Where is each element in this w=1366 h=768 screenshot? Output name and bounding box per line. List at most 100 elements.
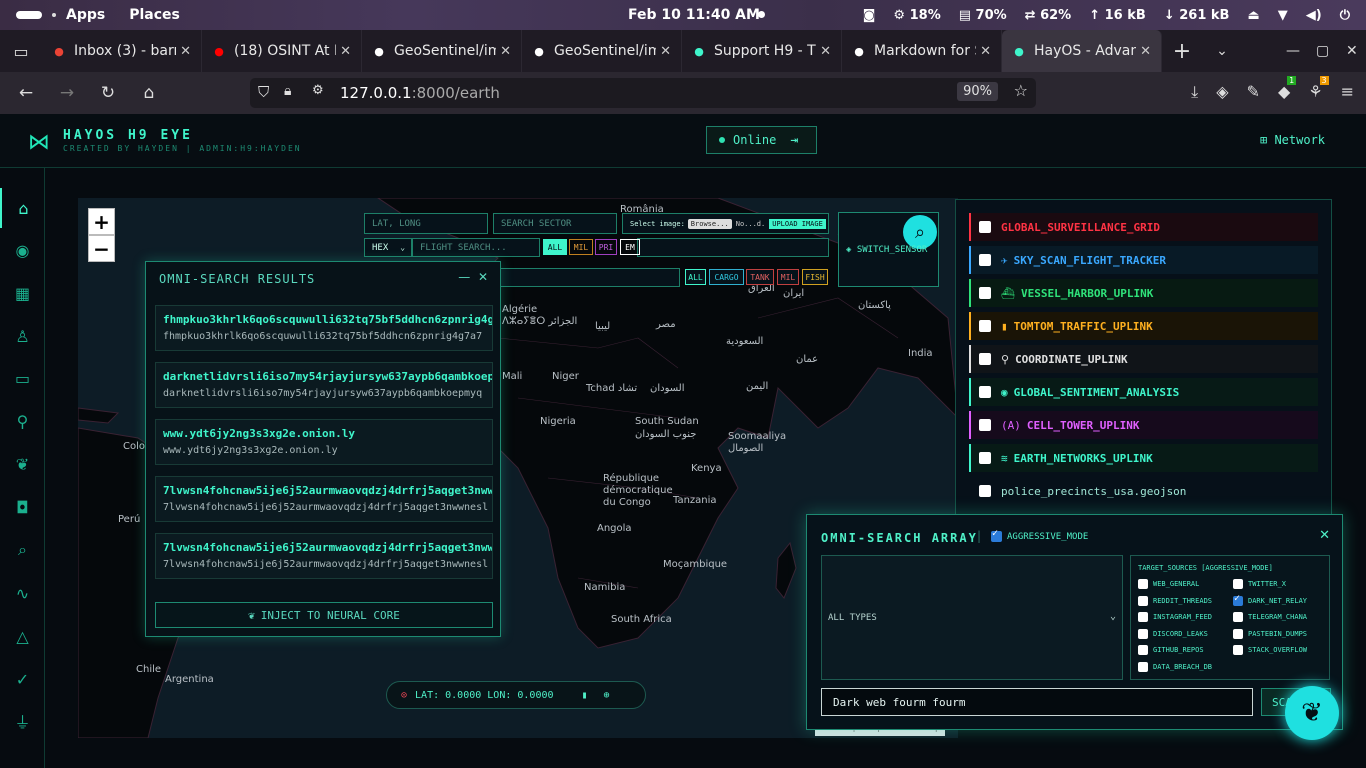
flight-filter-em[interactable]: EM bbox=[620, 239, 640, 255]
source-checkbox[interactable] bbox=[1138, 612, 1148, 622]
wifi-icon[interactable]: ▼ bbox=[1278, 8, 1288, 23]
copy-icon[interactable]: ▮ bbox=[582, 690, 588, 701]
menu-icon[interactable]: ≡ bbox=[1341, 82, 1354, 102]
layer-checkbox[interactable] bbox=[979, 386, 991, 398]
tab-close-icon[interactable]: ✕ bbox=[340, 44, 351, 59]
eject-icon[interactable]: ⏏ bbox=[1247, 8, 1259, 23]
layer-sky-scan-flight-tracker[interactable]: ✈ SKY_SCAN_FLIGHT_TRACKER bbox=[969, 246, 1318, 274]
tab-close-icon[interactable]: ✕ bbox=[660, 44, 671, 59]
grid-nav-icon[interactable]: ▦ bbox=[0, 273, 45, 313]
source-checkbox[interactable] bbox=[1233, 628, 1243, 639]
result-item[interactable]: 7lvwsn4fohcnaw5ije6j52aurmwaovqdzj4drfrj… bbox=[155, 533, 493, 579]
layer-checkbox[interactable] bbox=[979, 419, 991, 431]
source-checkbox[interactable] bbox=[1138, 595, 1148, 606]
tab-overview-icon[interactable]: ▭ bbox=[0, 30, 42, 72]
aggressive-mode-checkbox[interactable] bbox=[991, 528, 1002, 542]
brain-nav-icon[interactable]: ❦ bbox=[0, 444, 45, 484]
flight-filter-mil[interactable]: MIL bbox=[569, 239, 593, 255]
location-nav-icon[interactable]: ⚲ bbox=[0, 401, 45, 441]
home-nav-icon[interactable]: ⌂ bbox=[0, 188, 45, 228]
activities-indicator[interactable] bbox=[16, 11, 42, 19]
camera-nav-icon[interactable]: ◘ bbox=[0, 487, 45, 527]
extension-user-icon[interactable]: ⚘ 3 bbox=[1308, 76, 1329, 102]
clock[interactable]: Feb 10 11:40 AM bbox=[628, 7, 760, 23]
vessel-search-input[interactable] bbox=[500, 268, 680, 287]
sector-search-input[interactable]: SEARCH SECTOR bbox=[493, 213, 617, 234]
latlong-input[interactable]: LAT, LONG bbox=[364, 213, 488, 234]
lock-icon[interactable]: 🔒︎ bbox=[284, 83, 291, 99]
eye-nav-icon[interactable]: ◉ bbox=[0, 230, 45, 270]
layer-coordinate-uplink[interactable]: ⚲ COORDINATE_UPLINK bbox=[969, 345, 1318, 373]
tab-close-icon[interactable]: ✕ bbox=[500, 44, 511, 59]
online-status-button[interactable]: Online ⇥ bbox=[706, 126, 817, 154]
extension-cube-icon[interactable]: ◈ bbox=[1216, 82, 1228, 102]
new-tab-button[interactable]: + bbox=[1162, 39, 1202, 64]
tab-close-icon[interactable]: ✕ bbox=[820, 44, 831, 59]
close-window-button[interactable]: ✕ bbox=[1346, 43, 1358, 59]
tab-4[interactable]: ● Support H9 - Ti ✕ bbox=[682, 30, 842, 72]
source-dark-net-relay[interactable]: DARK_NET_RELAY bbox=[1233, 593, 1307, 606]
extension-badge-icon[interactable]: ◆ 1 bbox=[1278, 76, 1297, 102]
tab-close-icon[interactable]: ✕ bbox=[180, 44, 191, 59]
downloads-icon[interactable]: ⤓ bbox=[1191, 82, 1198, 102]
omni-query-input[interactable]: Dark web fourm fourm bbox=[821, 688, 1253, 716]
minimize-button[interactable]: — bbox=[1286, 43, 1300, 59]
permissions-icon[interactable]: ⚙ bbox=[312, 83, 324, 98]
hex-select[interactable]: HEX ⌄ bbox=[364, 238, 412, 257]
warning-nav-icon[interactable]: △ bbox=[0, 616, 45, 656]
layer-cell-tower-uplink[interactable]: (A) CELL_TOWER_UPLINK bbox=[969, 411, 1318, 439]
source-twitter-x[interactable]: TWITTER_X bbox=[1233, 579, 1286, 589]
reload-icon[interactable]: ↻ bbox=[90, 83, 126, 103]
inject-neural-core-button[interactable]: ❦ INJECT TO NEURAL CORE bbox=[155, 602, 493, 628]
layer-police-precincts-usa-geojson[interactable]: police_precincts_usa.geojson bbox=[969, 477, 1318, 505]
extensions-icon[interactable]: ✎ bbox=[1247, 82, 1260, 102]
source-checkbox[interactable] bbox=[1138, 579, 1148, 589]
layer-checkbox[interactable] bbox=[979, 452, 991, 464]
tab-6[interactable]: ● HayOS - Advanc ✕ bbox=[1002, 30, 1162, 72]
layer-vessel-harbor-uplink[interactable]: ⛴ VESSEL_HARBOR_UPLINK bbox=[969, 279, 1318, 307]
minimize-icon[interactable]: — bbox=[458, 270, 470, 284]
volume-icon[interactable]: ◀) bbox=[1306, 8, 1322, 23]
source-web-general[interactable]: WEB_GENERAL bbox=[1138, 579, 1199, 589]
layer-checkbox[interactable] bbox=[979, 287, 991, 299]
source-data-breach-db[interactable]: DATA_BREACH_DB bbox=[1138, 661, 1212, 672]
source-checkbox[interactable] bbox=[1233, 612, 1243, 622]
switch-sensor-button[interactable]: ◈ SWITCH_SENSOR bbox=[846, 245, 927, 255]
tab-0[interactable]: ● Inbox (3) - barn ✕ bbox=[42, 30, 202, 72]
bookmark-star-icon[interactable]: ☆ bbox=[1014, 81, 1028, 100]
tab-close-icon[interactable]: ✕ bbox=[980, 44, 991, 59]
maximize-button[interactable]: ▢ bbox=[1316, 43, 1329, 59]
flight-search-input[interactable]: FLIGHT SEARCH... bbox=[412, 238, 540, 257]
layer-tomtom-traffic-uplink[interactable]: ▮ TOMTOM_TRAFFIC_UPLINK bbox=[969, 312, 1318, 340]
vessel-filter-all[interactable]: ALL bbox=[685, 269, 706, 285]
result-item[interactable]: darknetlidvrsli6iso7my54rjayjursyw637ayp… bbox=[155, 362, 493, 408]
tab-5[interactable]: ● Markdown for S ✕ bbox=[842, 30, 1002, 72]
source-checkbox[interactable] bbox=[1233, 645, 1243, 655]
upload-image-button[interactable]: UPLOAD IMAGE bbox=[769, 218, 826, 229]
tab-close-icon[interactable]: ✕ bbox=[1140, 44, 1151, 59]
layer-checkbox[interactable] bbox=[979, 254, 991, 266]
neural-core-fab-icon[interactable]: ❦ bbox=[1285, 686, 1339, 740]
result-item[interactable]: www.ydt6jy2ng3s3xg2e.onion.ly www.ydt6jy2… bbox=[155, 419, 493, 465]
source-checkbox[interactable] bbox=[1233, 579, 1243, 589]
source-stack-overflow[interactable]: STACK_OVERFLOW bbox=[1233, 645, 1307, 655]
layer-checkbox[interactable] bbox=[979, 485, 991, 497]
activity-nav-icon[interactable]: ∿ bbox=[0, 573, 45, 613]
search-scan-icon[interactable]: ⌕ bbox=[903, 215, 937, 249]
source-checkbox[interactable] bbox=[1233, 593, 1243, 606]
flight-filter-all[interactable]: ALL bbox=[543, 239, 567, 255]
vessel-filter-mil[interactable]: MIL bbox=[777, 269, 799, 285]
layer-earth-networks-uplink[interactable]: ≋ EARTH_NETWORKS_UPLINK bbox=[969, 444, 1318, 472]
layer-checkbox[interactable] bbox=[979, 221, 991, 233]
layer-checkbox[interactable] bbox=[979, 320, 991, 332]
source-checkbox[interactable] bbox=[1138, 661, 1148, 672]
browse-button[interactable]: Browse... bbox=[687, 218, 732, 229]
tab-3[interactable]: ● GeoSentinel/im ✕ bbox=[522, 30, 682, 72]
flight-filter-pri[interactable]: PRI bbox=[595, 239, 617, 255]
apps-menu[interactable]: Apps bbox=[66, 7, 105, 23]
discord-tray-icon[interactable]: ◙ bbox=[863, 8, 876, 23]
url-bar[interactable]: ⛉ 🔒︎ ⚙ 127.0.0.1:8000/earth 90% ☆ bbox=[250, 78, 1036, 108]
source-checkbox[interactable] bbox=[1138, 645, 1148, 655]
source-github-repos[interactable]: GITHUB_REPOS bbox=[1138, 645, 1204, 655]
layer-checkbox[interactable] bbox=[979, 353, 991, 365]
